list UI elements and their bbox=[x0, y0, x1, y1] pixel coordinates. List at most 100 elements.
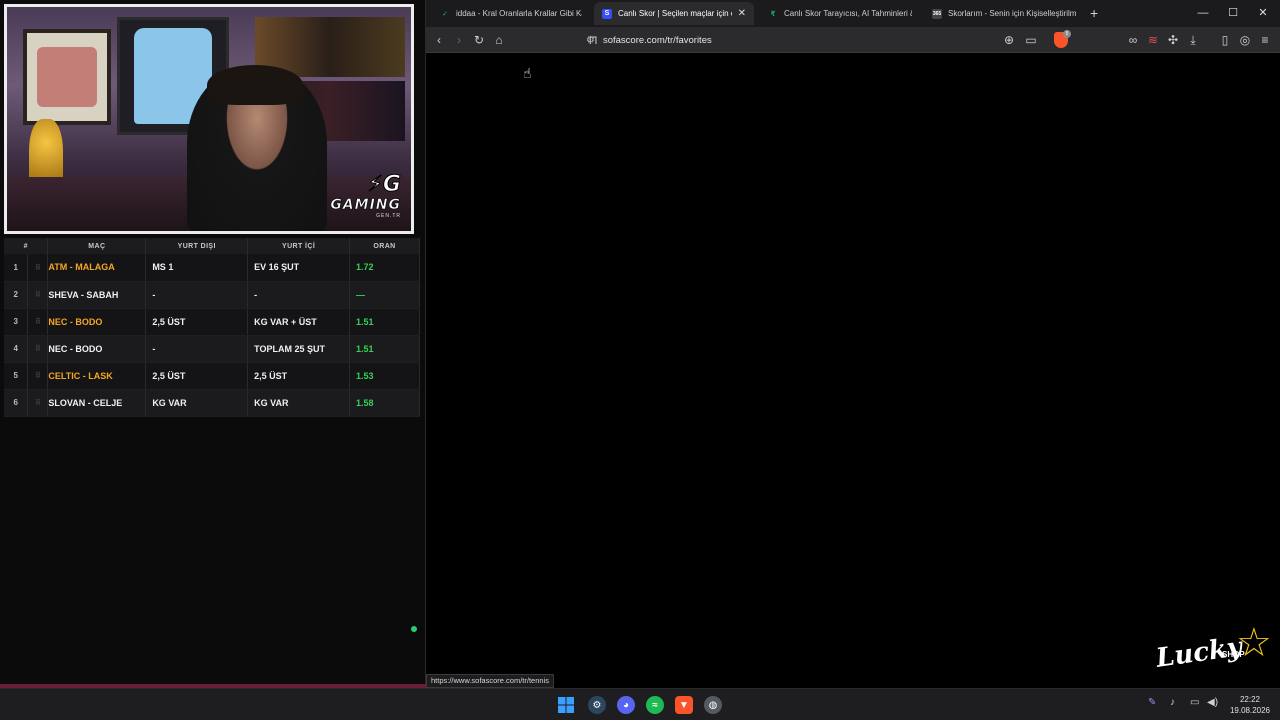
col-header-domestic: YURT İÇİ bbox=[247, 238, 351, 254]
drag-handle-icon: ⠿ bbox=[27, 362, 49, 390]
match-cell: SLOVAN - CELJE bbox=[47, 389, 147, 417]
network-icon[interactable]: ▭ bbox=[1190, 697, 1199, 708]
leo-ai-icon[interactable]: ◎ bbox=[1236, 31, 1254, 49]
menu-icon[interactable]: ≡ bbox=[1256, 31, 1274, 49]
drag-handle-icon: ⠿ bbox=[27, 254, 49, 282]
col-header-num: # bbox=[4, 238, 49, 254]
match-cell: NEC - BODO bbox=[47, 335, 147, 363]
tab-iddaa[interactable]: ✓ iddaa - Kral Oranlarla Krallar Gibi Ka… bbox=[432, 2, 590, 25]
row-number: 1 bbox=[4, 254, 29, 282]
clock-time: 22:22 bbox=[1239, 695, 1261, 704]
hand-cursor-icon: ☝ bbox=[523, 65, 532, 81]
vpn-icon[interactable]: ∞ bbox=[1124, 31, 1142, 49]
sofascore-favicon: S bbox=[602, 8, 612, 19]
reload-icon[interactable]: ↻ bbox=[470, 31, 488, 49]
abroad-bet-cell: MS 1 bbox=[145, 254, 249, 282]
table-row: 3 ⠿ NEC - BODO 2,5 ÜST KG VAR + ÜST 1.51 bbox=[4, 308, 420, 336]
odds-cell: 1.53 bbox=[349, 362, 420, 390]
drag-handle-icon: ⠿ bbox=[27, 308, 49, 336]
abroad-bet-cell: - bbox=[145, 281, 249, 309]
extensions-icon[interactable]: ✣ bbox=[1164, 31, 1182, 49]
bets-table-body: 1 ⠿ ATM - MALAGA MS 1 EV 16 ŞUT 1.72 2 ⠿ SHEVA -… bbox=[4, 254, 420, 417]
download-icon[interactable]: ⤓ bbox=[1184, 31, 1202, 49]
shop-suffix: SHOP bbox=[1222, 650, 1245, 659]
domestic-bet-cell: TOPLAM 25 ŞUT bbox=[247, 335, 351, 363]
tab-title: Canlı Skor | Seçilen maçlar için ca bbox=[618, 9, 732, 18]
livescore-favicon: ₹ bbox=[770, 10, 776, 18]
tab-strip: ✓ iddaa - Kral Oranlarla Krallar Gibi Ka… bbox=[426, 0, 1280, 27]
table-row: 1 ⠿ ATM - MALAGA MS 1 EV 16 ŞUT 1.72 bbox=[4, 254, 420, 282]
gaming-logo: ⚡G GAMING GEN.TR bbox=[315, 172, 402, 223]
stream-overlay-panel: ⚡G GAMING GEN.TR # MAÇ YURT DIŞI YURT İÇ… bbox=[0, 0, 426, 688]
forward-icon[interactable]: › bbox=[450, 31, 468, 49]
logo-subtitle: GEN.TR bbox=[376, 213, 401, 219]
table-row: 6 ⠿ SLOVAN - CELJE KG VAR KG VAR 1.58 bbox=[4, 389, 420, 417]
drag-handle-icon: ⠿ bbox=[27, 389, 49, 417]
tab-title: Canlı Skor Tarayıcısı, AI Tahminleri & T bbox=[784, 9, 912, 18]
row-number: 6 bbox=[4, 389, 29, 417]
volume-icon[interactable]: ◀) bbox=[1207, 697, 1218, 708]
streamer-hair bbox=[207, 65, 303, 105]
brave-icon[interactable]: ▼ bbox=[675, 696, 693, 714]
row-number: 4 bbox=[4, 335, 29, 363]
match-cell: SHEVA - SABAH bbox=[47, 281, 147, 309]
365scores-favicon: 365 bbox=[932, 8, 942, 19]
bets-table-header: # MAÇ YURT DIŞI YURT İÇİ ORAN bbox=[4, 238, 420, 254]
sidebar-icon[interactable]: ▯ bbox=[1216, 31, 1234, 49]
maximize-icon[interactable]: ☐ bbox=[1218, 4, 1248, 22]
tab-sofascore[interactable]: S Canlı Skor | Seçilen maçlar için ca ✕ bbox=[594, 2, 754, 25]
webcam-feed: ⚡G GAMING GEN.TR bbox=[4, 4, 414, 234]
window-close-icon[interactable]: ✕ bbox=[1248, 4, 1278, 22]
wallet-icon[interactable]: ≋ bbox=[1144, 31, 1162, 49]
tab-365scores[interactable]: 365 Skorlarım - Senin için Kişiselleştir… bbox=[924, 2, 1084, 25]
table-row: 2 ⠿ SHEVA - SABAH - - — bbox=[4, 281, 420, 309]
bets-table: # MAÇ YURT DIŞI YURT İÇİ ORAN 1 ⠿ ATM - MA… bbox=[4, 238, 420, 417]
live-indicator-dot bbox=[411, 626, 417, 632]
taskbar-clock[interactable]: 22:22 19.08.2026 bbox=[1228, 694, 1272, 716]
clock-date: 19.08.2026 bbox=[1229, 706, 1271, 715]
abroad-bet-cell: 2,5 ÜST bbox=[145, 362, 249, 390]
drag-handle-icon: ⠿ bbox=[27, 335, 49, 363]
odds-cell: 1.51 bbox=[349, 335, 420, 363]
match-cell: ATM - MALAGA bbox=[47, 254, 147, 282]
zoom-icon[interactable]: ⊕ bbox=[1000, 31, 1018, 49]
tab-close-icon[interactable]: ✕ bbox=[738, 8, 746, 19]
windows-start-icon[interactable] bbox=[557, 696, 575, 714]
home-icon[interactable]: ⌂ bbox=[490, 31, 508, 49]
abroad-bet-cell: - bbox=[145, 335, 249, 363]
col-header-odds: ORAN bbox=[349, 238, 420, 254]
match-cell: NEC - BODO bbox=[47, 308, 147, 336]
back-icon[interactable]: ‹ bbox=[430, 31, 448, 49]
domestic-bet-cell: - bbox=[247, 281, 351, 309]
iddaa-favicon: ✓ bbox=[442, 10, 448, 18]
domestic-bet-cell: 2,5 ÜST bbox=[247, 362, 351, 390]
match-cell: CELTIC - LASK bbox=[47, 362, 147, 390]
browser-globe-icon[interactable]: ◍ bbox=[704, 696, 722, 714]
domestic-bet-cell: KG VAR + ÜST bbox=[247, 308, 351, 336]
discord-icon[interactable]: ◕ bbox=[617, 696, 635, 714]
site-info-icon[interactable]: ⚙ bbox=[586, 35, 595, 46]
new-tab-button[interactable]: + bbox=[1090, 5, 1098, 21]
odds-cell: 1.51 bbox=[349, 308, 420, 336]
minimize-icon[interactable]: — bbox=[1188, 4, 1218, 22]
odds-cell: — bbox=[349, 281, 420, 309]
spotify-icon[interactable]: ≈ bbox=[646, 696, 664, 714]
shield-badge: 5 bbox=[1063, 30, 1071, 38]
wall-poster bbox=[23, 29, 111, 125]
row-number: 2 bbox=[4, 281, 29, 309]
tab-title: iddaa - Kral Oranlarla Krallar Gibi Kaz bbox=[456, 9, 582, 18]
browser-window: ✓ iddaa - Kral Oranlarla Krallar Gibi Ka… bbox=[426, 0, 1280, 688]
row-number: 5 bbox=[4, 362, 29, 390]
pen-icon[interactable]: ✎ bbox=[1148, 697, 1156, 708]
page-content[interactable]: ☝ https://www.sofascore.com/tr/tennis bbox=[426, 53, 1280, 688]
tab-title: Skorlarım - Senin için Kişiselleştirilmi bbox=[948, 9, 1076, 18]
row-number: 3 bbox=[4, 308, 29, 336]
table-row: 5 ⠿ CELTIC - LASK 2,5 ÜST 2,5 ÜST 1.53 bbox=[4, 362, 420, 390]
logo-lightning-g: ⚡G bbox=[367, 172, 402, 197]
drag-handle-icon: ⠿ bbox=[27, 281, 49, 309]
cast-icon[interactable]: ▭ bbox=[1022, 31, 1040, 49]
microphone-icon[interactable]: ♪ bbox=[1170, 697, 1175, 708]
steam-icon[interactable]: ⚙ bbox=[588, 696, 606, 714]
odds-cell: 1.58 bbox=[349, 389, 420, 417]
tab-livescore[interactable]: ₹ Canlı Skor Tarayıcısı, AI Tahminleri &… bbox=[760, 2, 920, 25]
